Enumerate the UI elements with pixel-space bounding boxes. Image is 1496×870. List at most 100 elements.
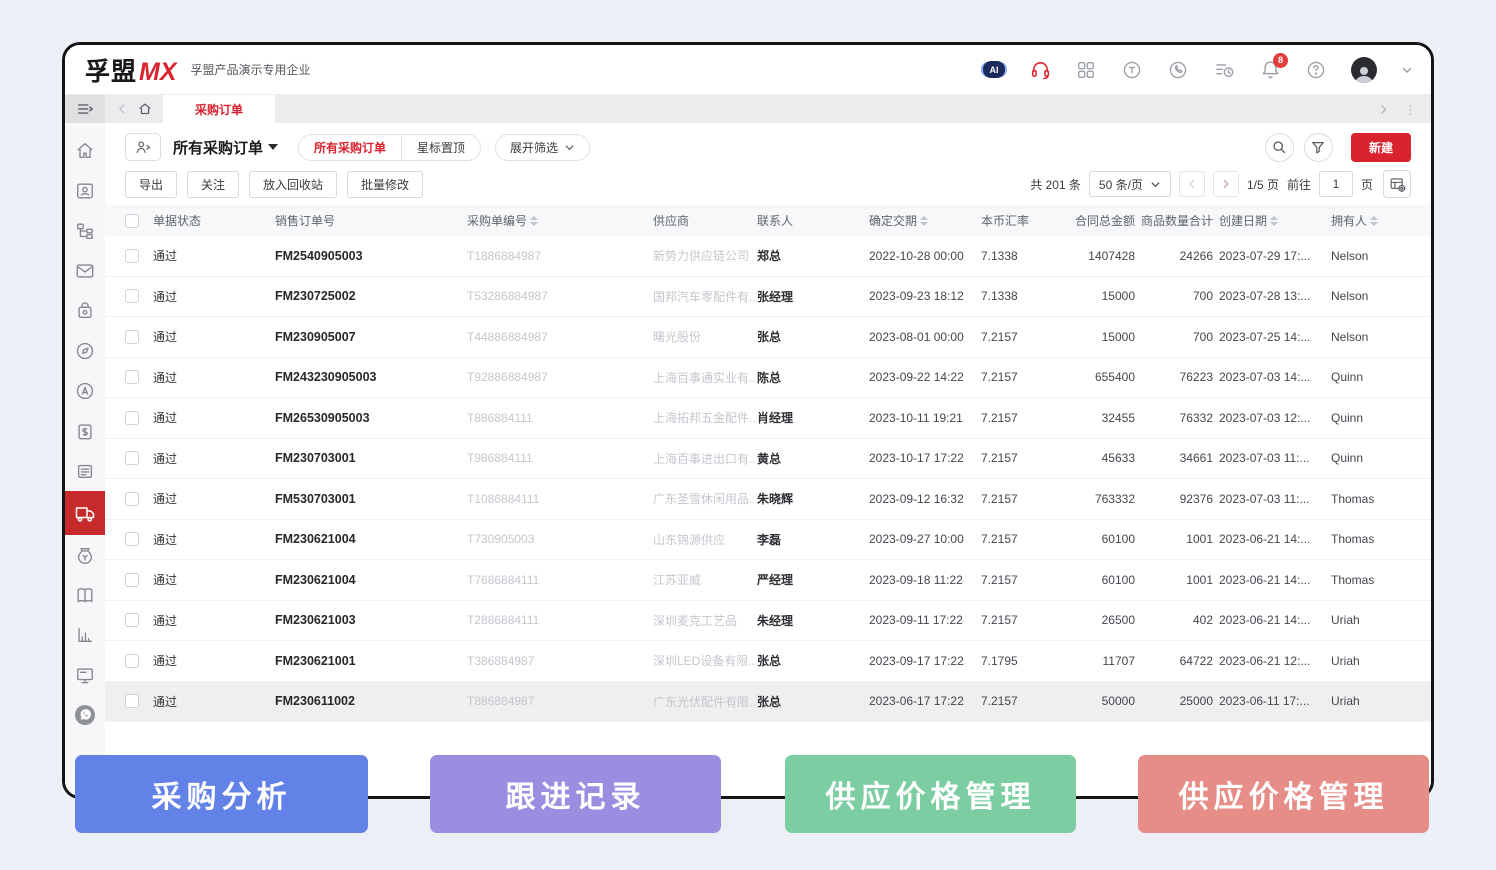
col-exchange-rate[interactable]: 本币汇率 [981,212,1069,229]
next-page-button[interactable] [1213,171,1239,197]
sort-icon[interactable] [530,216,538,226]
row-checkbox[interactable] [125,573,139,587]
more-options-icon[interactable]: ⋮ [1404,103,1417,116]
task-circle-icon[interactable] [1121,59,1143,81]
row-checkbox[interactable] [125,289,139,303]
apps-grid-icon[interactable] [1075,59,1097,81]
col-purchase-no[interactable]: 采购单编号 [467,212,653,229]
sidebar-whatsapp-icon[interactable] [73,703,97,727]
sidebar-expenses-icon[interactable] [73,543,97,567]
sidebar-documents-icon[interactable] [73,459,97,483]
row-checkbox[interactable] [125,451,139,465]
batch-edit-button[interactable]: 批量修改 [347,171,423,198]
table-row[interactable]: 通过 FM230611002 T886884987 广东光伏配件有限... 张总… [105,682,1431,723]
collapse-menu-icon[interactable] [65,95,105,123]
table-row[interactable]: 通过 FM26530905003 T886884111 上海拓邦五金配件... … [105,398,1431,439]
history-list-icon[interactable] [1213,59,1235,81]
overlay-button[interactable]: 供应价格管理 [785,755,1076,833]
sidebar-accounts-icon[interactable] [73,379,97,403]
table-row[interactable]: 通过 FM530703001 T1086884111 广东圣雪休闲用品... 朱… [105,479,1431,520]
view-switcher-button[interactable] [125,133,161,161]
col-contract-amount[interactable]: 合同总金额 [1069,212,1141,229]
sidebar-mail-icon[interactable] [73,259,97,283]
view-title[interactable]: 所有采购订单 [173,137,263,158]
row-checkbox[interactable] [125,492,139,506]
cell-delivery-date: 2023-08-01 00:00 [869,330,981,344]
row-checkbox[interactable] [125,370,139,384]
row-checkbox[interactable] [125,694,139,708]
col-quantity-total[interactable]: 商品数量合计 [1141,212,1219,229]
sidebar-compass-icon[interactable] [73,339,97,363]
col-contact[interactable]: 联系人 [757,212,869,229]
forward-chevron-icon[interactable] [1377,103,1390,116]
col-delivery-date[interactable]: 确定交期 [869,212,981,229]
table-row[interactable]: 通过 FM230621004 T7686884111 江苏亚威 严经理 2023… [105,560,1431,601]
tab-purchase-orders[interactable]: 采购订单 [163,95,275,123]
sidebar-workbench-icon[interactable] [73,663,97,687]
cell-sales-order-no: FM2540905003 [275,249,467,263]
overlay-button[interactable]: 采购分析 [75,755,368,833]
search-icon[interactable] [1265,133,1294,162]
row-checkbox[interactable] [125,411,139,425]
follow-button[interactable]: 关注 [187,171,239,198]
col-status[interactable]: 单据状态 [153,212,275,229]
sidebar-analytics-icon[interactable] [73,623,97,647]
prev-page-button[interactable] [1179,171,1205,197]
user-avatar[interactable] [1351,57,1377,83]
row-checkbox[interactable] [125,654,139,668]
new-button[interactable]: 新建 [1351,133,1411,162]
table-row[interactable]: 通过 FM230621001 T386884987 深圳LED设备有限... 张… [105,641,1431,682]
sidebar-products-icon[interactable] [73,299,97,323]
col-sales-order[interactable]: 销售订单号 [275,212,467,229]
table-row[interactable]: 通过 FM2540905003 T1886884987 新势力供应链公司 郑总 … [105,236,1431,277]
export-button[interactable]: 导出 [125,171,177,198]
table-row[interactable]: 通过 FM230725002 T53286884987 国邦汽车零配件有... … [105,277,1431,318]
table-row[interactable]: 通过 FM230621003 T2886884111 深圳麦克工艺品 朱经理 2… [105,601,1431,642]
headset-icon[interactable] [1029,59,1051,81]
cell-purchase-no: T886884987 [467,694,653,708]
page-indicator: 1/5 页 [1247,176,1279,193]
phone-circle-icon[interactable] [1167,59,1189,81]
table-row[interactable]: 通过 FM243230905003 T92886884987 上海百事通实业有.… [105,358,1431,399]
row-checkbox[interactable] [125,613,139,627]
page-size-select[interactable]: 50 条/页 [1089,171,1171,197]
col-supplier[interactable]: 供应商 [653,212,757,229]
notification-bell-icon[interactable]: 8 [1259,59,1281,81]
segment-all-orders[interactable]: 所有采购订单 [299,135,401,160]
segment-starred[interactable]: 星标置顶 [402,135,480,160]
help-circle-icon[interactable] [1305,59,1327,81]
row-checkbox[interactable] [125,330,139,344]
filter-funnel-icon[interactable] [1304,133,1333,162]
sidebar-ledger-icon[interactable] [73,583,97,607]
select-all-checkbox[interactable] [125,214,139,228]
row-checkbox[interactable] [125,532,139,546]
sidebar-organization-icon[interactable] [73,219,97,243]
chevron-down-icon[interactable] [1401,64,1413,76]
cell-created-date: 2023-06-21 14:... [1219,532,1331,546]
overlay-button[interactable]: 供应价格管理 [1138,755,1429,833]
recycle-bin-button[interactable]: 放入回收站 [249,171,337,198]
sort-icon[interactable] [1270,216,1278,226]
sidebar-procurement-truck-icon[interactable] [65,491,105,535]
goto-page-input[interactable] [1319,171,1353,197]
sidebar-customers-icon[interactable] [73,179,97,203]
overlay-button[interactable]: 跟进记录 [430,755,721,833]
sort-icon[interactable] [920,216,928,226]
view-title-caret-icon[interactable] [268,144,278,150]
row-checkbox[interactable] [125,249,139,263]
col-owner[interactable]: 拥有人 [1331,212,1431,229]
ai-assistant-icon[interactable]: AI [983,59,1005,81]
expand-filter-button[interactable]: 展开筛选 [495,134,590,161]
sidebar-home-icon[interactable] [73,139,97,163]
column-settings-icon[interactable] [1383,170,1411,198]
back-chevron-icon[interactable] [115,102,129,116]
col-created-date[interactable]: 创建日期 [1219,212,1331,229]
home-tab-icon[interactable] [137,101,153,117]
cell-delivery-date: 2023-10-11 19:21 [869,411,981,425]
table-row[interactable]: 通过 FM230905007 T44886884987 曙光股份 张总 2023… [105,317,1431,358]
sort-icon[interactable] [1370,216,1378,226]
cell-contact: 张总 [757,328,869,345]
table-row[interactable]: 通过 FM230703001 T986884111 上海百事进出口有... 黄总… [105,439,1431,480]
table-row[interactable]: 通过 FM230621004 T730905003 山东锦源供应 李磊 2023… [105,520,1431,561]
sidebar-finance-icon[interactable] [73,419,97,443]
